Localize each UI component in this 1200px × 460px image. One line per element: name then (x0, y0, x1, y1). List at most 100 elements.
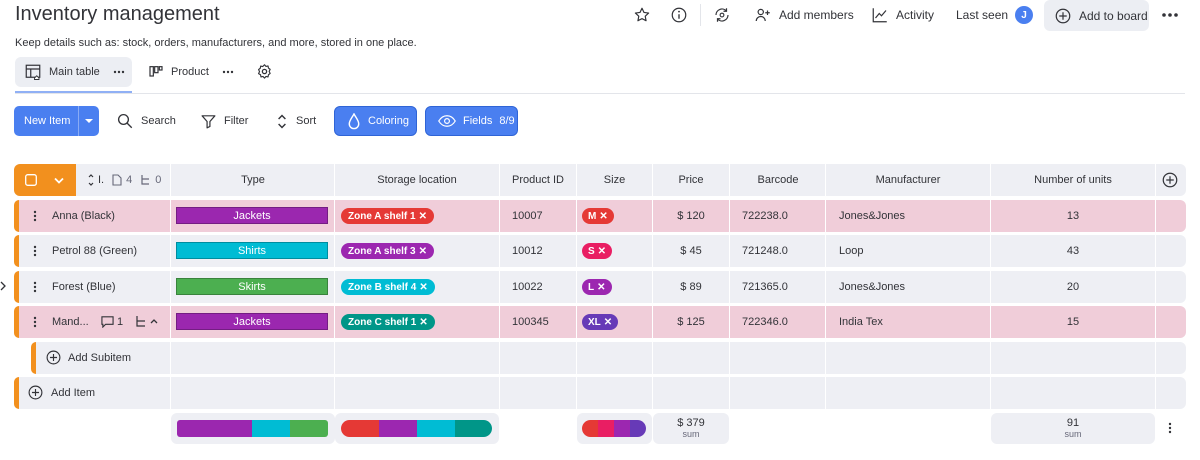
barcode[interactable]: 721248.0 (742, 235, 788, 267)
type-label[interactable]: Jackets (176, 313, 328, 330)
remove-tag-icon[interactable]: ✕ (419, 211, 427, 222)
add-subitem-row[interactable]: Add Subitem (31, 342, 1186, 374)
tab-menu-icon[interactable] (113, 69, 125, 75)
item-name[interactable]: Anna (Black) (52, 200, 115, 232)
summary-menu-icon[interactable] (1168, 422, 1172, 434)
add-to-board-button[interactable]: Add to board (1044, 0, 1149, 31)
remove-tag-icon[interactable]: ✕ (604, 317, 612, 328)
column-header-storage-location[interactable]: Storage location (335, 164, 499, 196)
type-label[interactable]: Shirts (176, 242, 328, 259)
size-tag[interactable]: XL ✕ (582, 314, 619, 330)
add-subitem-label[interactable]: Add Subitem (68, 342, 131, 374)
column-header-price[interactable]: Price (653, 164, 729, 196)
chevron-up-icon[interactable] (150, 318, 158, 324)
size-tag[interactable]: L ✕ (582, 279, 612, 295)
price[interactable]: $ 120 (653, 200, 729, 232)
manufacturer[interactable]: India Tex (839, 306, 883, 338)
location-tag[interactable]: Zone A shelf 1 ✕ (341, 208, 434, 224)
remove-tag-icon[interactable]: ✕ (419, 282, 427, 293)
column-header-type[interactable]: Type (171, 164, 335, 196)
table-row[interactable]: Mand... 1 Jackets Zone C shelf 1 ✕ 100345… (14, 306, 1186, 338)
info-icon[interactable] (670, 6, 688, 24)
barcode[interactable]: 721365.0 (742, 271, 788, 303)
remove-tag-icon[interactable]: ✕ (597, 282, 605, 293)
star-icon[interactable] (633, 6, 651, 24)
column-header-product-id[interactable]: Product ID (500, 164, 576, 196)
select-all-checkbox[interactable] (25, 174, 37, 186)
size-tag[interactable]: M ✕ (582, 208, 614, 224)
type-label[interactable]: Jackets (176, 207, 328, 224)
location-summary[interactable] (335, 413, 499, 444)
new-item-button[interactable]: New Item (14, 106, 99, 136)
item-name[interactable]: Forest (Blue) (52, 271, 116, 303)
table-row[interactable]: Anna (Black) Jackets Zone A shelf 1 ✕ 100… (14, 200, 1186, 232)
location-tag[interactable]: Zone C shelf 1 ✕ (341, 314, 435, 330)
size-summary[interactable] (577, 413, 652, 444)
column-header-manufacturer[interactable]: Manufacturer (826, 164, 990, 196)
manufacturer[interactable]: Jones&Jones (839, 200, 905, 232)
product-id[interactable]: 10012 (512, 235, 543, 267)
gear-icon[interactable] (256, 63, 273, 80)
plus-circle-icon[interactable] (27, 384, 44, 401)
row-menu-icon[interactable] (33, 245, 37, 257)
manufacturer[interactable]: Jones&Jones (839, 271, 905, 303)
coloring-button[interactable]: Coloring (334, 106, 417, 136)
item-name[interactable]: Petrol 88 (Green) (52, 235, 137, 267)
chevron-down-icon[interactable] (54, 177, 64, 184)
filter-button[interactable]: Filter (200, 106, 248, 136)
sort-button[interactable]: Sort (275, 106, 316, 136)
item-column-header[interactable]: I. 4 0 (88, 164, 161, 196)
more-options-icon[interactable] (1161, 8, 1179, 22)
number-of-units[interactable]: 43 (991, 235, 1155, 267)
number-of-units[interactable]: 20 (991, 271, 1155, 303)
column-header-size[interactable]: Size (577, 164, 652, 196)
last-seen-button[interactable]: Last seen J (956, 0, 1034, 30)
type-summary[interactable] (171, 413, 335, 444)
price-summary[interactable]: $ 379 sum (653, 413, 729, 444)
size-tag[interactable]: S ✕ (582, 243, 613, 259)
subitems-icon[interactable] (135, 315, 147, 328)
row-menu-icon[interactable] (33, 281, 37, 293)
column-header-number-of-units[interactable]: Number of units (991, 164, 1155, 196)
column-header-barcode[interactable]: Barcode (730, 164, 826, 196)
barcode[interactable]: 722238.0 (742, 200, 788, 232)
fields-button[interactable]: Fields 8/9 (425, 106, 518, 136)
price[interactable]: $ 125 (653, 306, 729, 338)
search-button[interactable]: Search (116, 106, 176, 136)
row-menu-icon[interactable] (33, 210, 37, 222)
add-column-icon[interactable] (1161, 171, 1179, 189)
product-id[interactable]: 10007 (512, 200, 543, 232)
remove-tag-icon[interactable]: ✕ (598, 246, 606, 257)
price[interactable]: $ 89 (653, 271, 729, 303)
tab-menu-icon[interactable] (222, 69, 234, 75)
location-tag[interactable]: Zone A shelf 3 ✕ (341, 243, 434, 259)
manufacturer[interactable]: Loop (839, 235, 863, 267)
remove-tag-icon[interactable]: ✕ (599, 211, 607, 222)
add-item-row[interactable]: Add Item (14, 377, 1186, 409)
plus-circle-icon[interactable] (45, 349, 62, 366)
item-name[interactable]: Mand... (52, 306, 89, 338)
number-of-units[interactable]: 15 (991, 306, 1155, 338)
remove-tag-icon[interactable]: ✕ (419, 246, 427, 257)
product-id[interactable]: 10022 (512, 271, 543, 303)
chevron-right-icon[interactable] (0, 280, 6, 292)
tab-main-table[interactable]: Main table (15, 57, 132, 87)
table-row[interactable]: Forest (Blue) Skirts Zone B shelf 4 ✕ 100… (14, 271, 1186, 303)
row-menu-icon[interactable] (33, 316, 37, 328)
tab-product[interactable]: Product (148, 57, 234, 87)
product-id[interactable]: 100345 (512, 306, 549, 338)
add-item-label[interactable]: Add Item (51, 377, 95, 409)
location-tag[interactable]: Zone B shelf 4 ✕ (341, 279, 435, 295)
type-label[interactable]: Skirts (176, 278, 328, 295)
units-summary[interactable]: 91 sum (991, 413, 1155, 444)
remove-tag-icon[interactable]: ✕ (419, 317, 427, 328)
caret-down-icon[interactable] (85, 118, 93, 124)
number-of-units[interactable]: 13 (991, 200, 1155, 232)
table-row[interactable]: Petrol 88 (Green) Shirts Zone A shelf 3 ✕… (14, 235, 1186, 267)
barcode[interactable]: 722346.0 (742, 306, 788, 338)
price[interactable]: $ 45 (653, 235, 729, 267)
integrations-icon[interactable] (713, 6, 731, 24)
add-members-button[interactable]: Add members (754, 0, 854, 30)
comment-icon[interactable] (101, 315, 114, 328)
activity-button[interactable]: Activity (871, 0, 934, 30)
